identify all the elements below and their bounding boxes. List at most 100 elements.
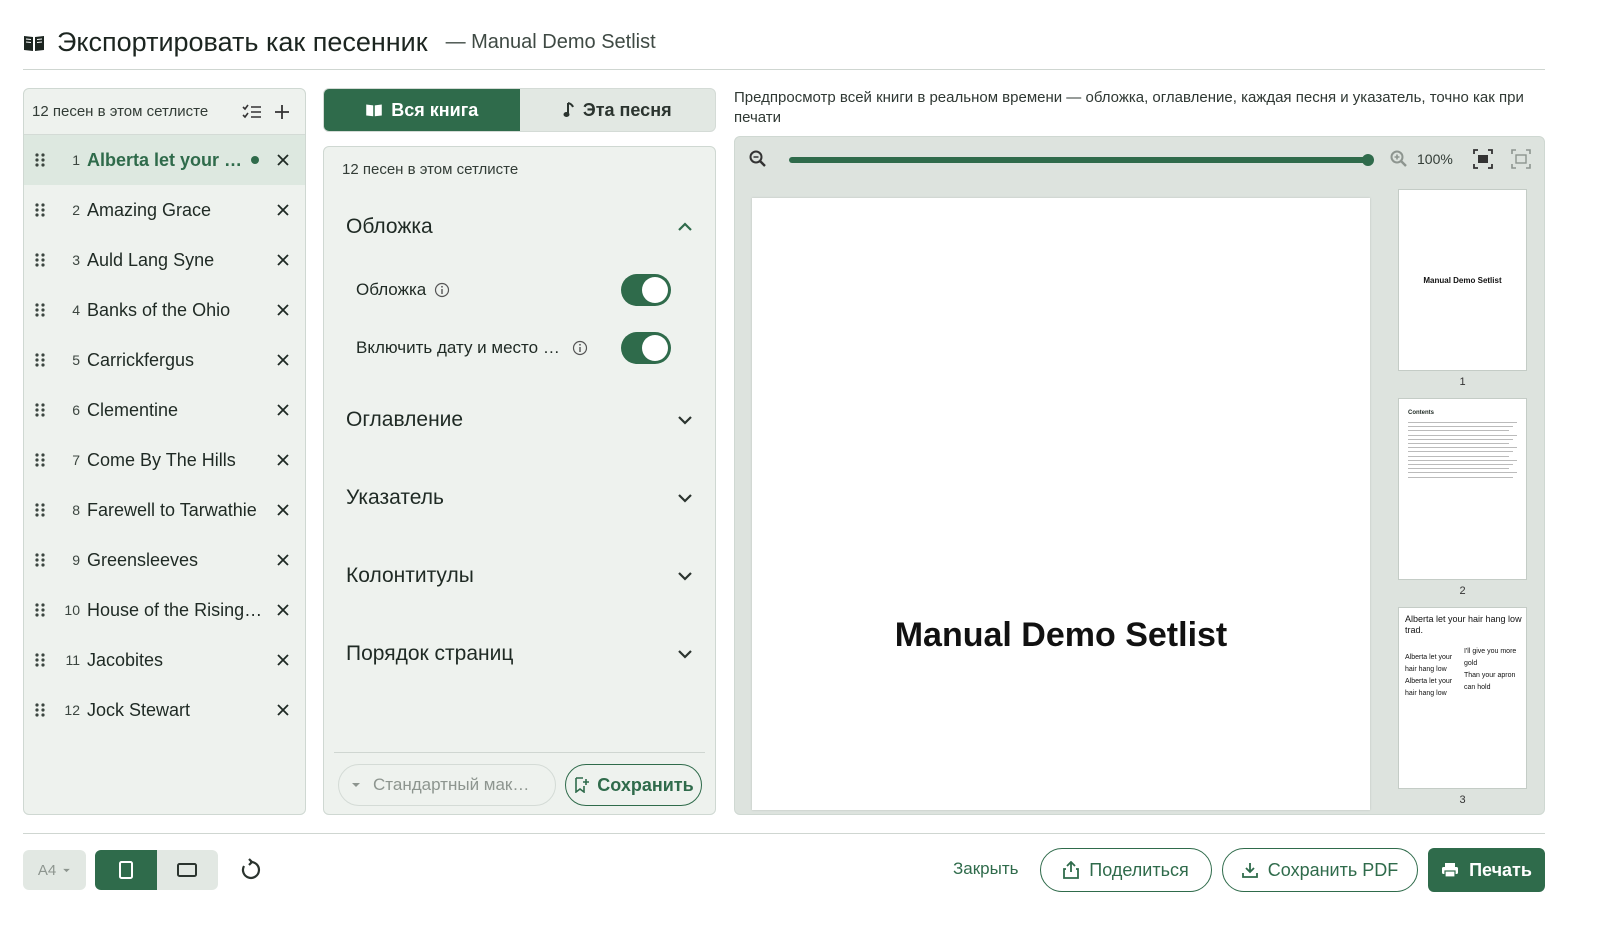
portrait-button[interactable]	[95, 850, 157, 890]
section-page-order-label: Порядок страниц	[346, 642, 514, 665]
setlist-song-row[interactable]: 4 Banks of the Ohio	[24, 285, 305, 335]
fit-width-icon[interactable]	[1511, 149, 1531, 169]
drag-handle-icon[interactable]	[34, 602, 46, 618]
section-cover[interactable]: Обложка	[346, 215, 693, 239]
setlist-panel-header: 12 песен в этом сетлисте	[24, 89, 305, 135]
date-toggle-label: Включить дату и место …	[356, 338, 560, 357]
drag-handle-icon[interactable]	[34, 652, 46, 668]
drag-handle-icon[interactable]	[34, 152, 46, 168]
share-label: Поделиться	[1089, 859, 1189, 880]
drag-handle-icon[interactable]	[34, 252, 46, 268]
section-toc[interactable]: Оглавление	[346, 408, 693, 432]
fit-page-icon[interactable]	[1473, 149, 1493, 169]
chevron-down-icon	[678, 650, 692, 659]
song-number: 9	[72, 552, 80, 568]
tab-this-song[interactable]: Эта песня	[520, 89, 716, 131]
drag-handle-icon[interactable]	[34, 552, 46, 568]
add-song-icon[interactable]	[267, 97, 297, 127]
toggle-knob	[642, 277, 668, 303]
setlist-song-row[interactable]: 12 Jock Stewart	[24, 685, 305, 735]
remove-song-icon[interactable]	[273, 400, 293, 420]
remove-song-icon[interactable]	[273, 500, 293, 520]
setlist-song-row[interactable]: 2 Amazing Grace	[24, 185, 305, 235]
song-title: Clementine	[87, 399, 179, 420]
setlist-song-row[interactable]: 6 Clementine	[24, 385, 305, 435]
drag-handle-icon[interactable]	[34, 302, 46, 318]
drag-handle-icon[interactable]	[34, 452, 46, 468]
date-toggle[interactable]	[621, 332, 671, 364]
remove-song-icon[interactable]	[273, 550, 293, 570]
thumbnail-page-2[interactable]: Contents	[1398, 398, 1527, 580]
preset-placeholder: Стандартный мак…	[373, 775, 530, 794]
remove-song-icon[interactable]	[273, 200, 293, 220]
setlist-song-row[interactable]: 9 Greensleeves	[24, 535, 305, 585]
section-cover-label: Обложка	[346, 215, 433, 238]
preset-select[interactable]: Стандартный мак…	[338, 764, 556, 806]
setlist-song-row[interactable]: 11 Jacobites	[24, 635, 305, 685]
zoom-out-icon[interactable]	[748, 149, 768, 169]
select-songs-icon[interactable]	[237, 97, 267, 127]
song-number: 8	[72, 502, 80, 518]
zoom-slider-thumb[interactable]	[1362, 154, 1374, 166]
scope-tabs: Вся книга Эта песня	[323, 88, 716, 132]
setlist-song-row[interactable]: 7 Come By The Hills	[24, 435, 305, 485]
share-button[interactable]: Поделиться	[1040, 848, 1212, 892]
remove-song-icon[interactable]	[273, 150, 293, 170]
remove-song-icon[interactable]	[273, 650, 293, 670]
tab-whole-book[interactable]: Вся книга	[324, 89, 520, 131]
drag-handle-icon[interactable]	[34, 402, 46, 418]
drag-handle-icon[interactable]	[34, 202, 46, 218]
section-headers-label: Колонтитулы	[346, 564, 474, 587]
thumbnail-song-title: Alberta let your hair hang low trad.	[1405, 614, 1522, 635]
thumbnail-page-1[interactable]: Manual Demo Setlist	[1398, 189, 1527, 371]
paper-size-select[interactable]: A4	[23, 850, 86, 890]
zoom-slider[interactable]	[789, 154, 1374, 166]
setlist-song-row[interactable]: 5 Carrickfergus	[24, 335, 305, 385]
section-index[interactable]: Указатель	[346, 486, 693, 510]
cover-toggle-label: Обложка	[356, 280, 427, 299]
music-note-icon	[563, 102, 574, 117]
chevron-up-icon	[678, 222, 692, 231]
setlist-song-row[interactable]: 3 Auld Lang Syne	[24, 235, 305, 285]
remove-song-icon[interactable]	[273, 600, 293, 620]
setlist-song-row[interactable]: 8 Farewell to Tarwathie	[24, 485, 305, 535]
save-pdf-button[interactable]: Сохранить PDF	[1222, 848, 1418, 892]
remove-song-icon[interactable]	[273, 450, 293, 470]
cover-toggle[interactable]	[621, 274, 671, 306]
zoom-in-icon[interactable]	[1389, 149, 1409, 169]
song-title: Jock Stewart	[87, 699, 191, 720]
save-preset-label: Сохранить	[597, 774, 694, 795]
zoom-bar: 100%	[735, 137, 1544, 183]
info-icon[interactable]	[434, 282, 450, 298]
song-number: 7	[72, 452, 80, 468]
toc-line	[1408, 459, 1517, 461]
setlist-song-row[interactable]: 10 House of the Rising Sun	[24, 585, 305, 635]
close-button[interactable]: Закрыть	[953, 859, 1018, 879]
drag-handle-icon[interactable]	[34, 352, 46, 368]
save-preset-button[interactable]: Сохранить	[565, 764, 702, 806]
remove-song-icon[interactable]	[273, 700, 293, 720]
song-title: Carrickfergus	[87, 349, 195, 370]
settings-song-count: 12 песен в этом сетлисте	[342, 161, 519, 178]
dialog-title: Экспортировать как песенник	[57, 27, 428, 57]
song-title: Amazing Grace	[87, 199, 212, 220]
info-icon[interactable]	[572, 340, 588, 356]
preview-page-title: Manual Demo Setlist	[894, 616, 1228, 654]
section-headers[interactable]: Колонтитулы	[346, 564, 693, 588]
song-number: 4	[72, 302, 80, 318]
share-icon	[1063, 861, 1080, 879]
remove-song-icon[interactable]	[273, 300, 293, 320]
bookmark-add-icon	[575, 777, 590, 793]
drag-handle-icon[interactable]	[34, 702, 46, 718]
section-page-order[interactable]: Порядок страниц	[346, 642, 693, 666]
drag-handle-icon[interactable]	[34, 502, 46, 518]
thumbnail-cover-title: Manual Demo Setlist	[1423, 276, 1502, 285]
landscape-button[interactable]	[157, 850, 219, 890]
print-button[interactable]: Печать	[1428, 848, 1545, 892]
thumbnail-page-3[interactable]: Alberta let your hair hang low trad. Albe…	[1398, 607, 1527, 789]
reset-icon[interactable]	[238, 858, 262, 882]
setlist-song-row[interactable]: 1 Alberta let your hair hang low	[24, 135, 305, 185]
thumbnail-lyrics-col-1: Alberta let your hair hang low Alberta let…	[1405, 654, 1453, 697]
remove-song-icon[interactable]	[273, 250, 293, 270]
remove-song-icon[interactable]	[273, 350, 293, 370]
